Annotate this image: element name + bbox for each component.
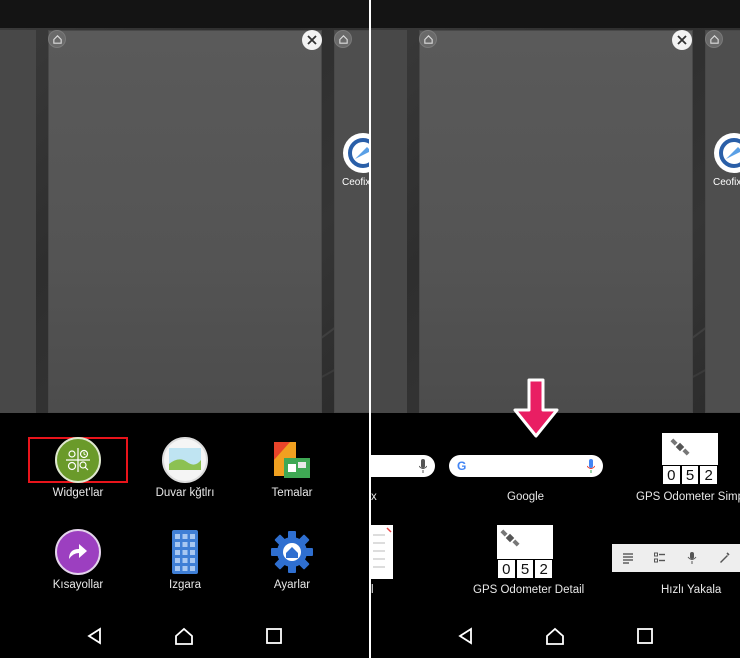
odometer-digit: 2 — [534, 559, 554, 579]
gps-odometer-simple-label: GPS Odometer Simple — [636, 491, 740, 503]
themes-icon — [269, 437, 315, 483]
google-widget-label: Google — [507, 491, 545, 503]
home-panel-right-edge[interactable] — [705, 30, 740, 413]
odometer-digit: 5 — [680, 465, 700, 485]
back-icon[interactable] — [85, 626, 105, 646]
settings-gear-icon — [269, 529, 315, 575]
left-screen: Ceofix. Widget'lar — [0, 0, 369, 658]
home-panel-left-edge[interactable] — [0, 30, 36, 413]
shortcuts-label: Kısayollar — [52, 579, 104, 591]
mic-icon — [587, 459, 595, 473]
right-screen: Ceofix. x G Google 0 5 2 — [371, 0, 740, 658]
widgets-drawer: x G Google 0 5 2 GPS Odometer Simple — [371, 378, 740, 658]
navigation-bar — [371, 614, 740, 658]
google-search-widget[interactable]: G — [449, 455, 603, 477]
close-icon — [307, 35, 317, 45]
wallpapers-label: Duvar kğtlrı — [155, 487, 215, 499]
partial-list-widget[interactable] — [371, 525, 393, 579]
panel-home-icon-right[interactable] — [705, 30, 723, 48]
panel-close-button[interactable] — [672, 30, 692, 50]
ceofix-app-label: Ceofix. — [713, 177, 740, 188]
ceofix-app-icon[interactable] — [343, 133, 369, 173]
widgets-icon — [55, 437, 101, 483]
settings-tile[interactable]: Ayarlar — [237, 529, 347, 591]
status-bar — [0, 0, 369, 28]
themes-label: Temalar — [271, 487, 313, 499]
odometer-digits: 0 5 2 — [497, 559, 554, 579]
home-icon[interactable] — [545, 626, 565, 646]
navigation-bar — [0, 614, 369, 658]
grid-label: Izgara — [169, 579, 201, 591]
recents-icon[interactable] — [264, 626, 284, 646]
grid-tile[interactable]: Izgara — [130, 529, 240, 591]
satellite-icon — [670, 438, 690, 456]
mic-icon — [687, 552, 697, 564]
settings-label: Ayarlar — [273, 579, 311, 591]
mic-icon — [419, 459, 427, 473]
recents-icon[interactable] — [635, 626, 655, 646]
wallpapers-tile[interactable]: Duvar kğtlrı — [130, 437, 240, 499]
odometer-digits: 0 5 2 — [662, 465, 719, 485]
partial-widget-label: x — [371, 491, 377, 503]
home-panel-main[interactable] — [48, 30, 322, 413]
odometer-digit: 0 — [497, 559, 516, 579]
ceofix-app-icon[interactable] — [714, 133, 740, 173]
home-panel-right-edge[interactable] — [334, 30, 369, 413]
widgets-tile[interactable]: Widget'lar — [23, 437, 133, 499]
pen-icon — [720, 552, 730, 563]
list-preview-icon — [373, 527, 392, 568]
odometer-digit: 5 — [515, 559, 535, 579]
partial-search-widget[interactable] — [371, 455, 435, 477]
ceofix-app-label: Ceofix. — [342, 177, 369, 188]
down-arrow-icon — [513, 378, 559, 438]
shortcut-arrow-icon — [55, 529, 101, 575]
odometer-digit: 0 — [662, 465, 681, 485]
partial-widget-label-2: l — [371, 584, 374, 596]
ceofix-logo-icon — [348, 138, 369, 168]
themes-tile[interactable]: Temalar — [237, 437, 347, 499]
ceofix-logo-icon — [719, 138, 740, 168]
gps-odometer-detail-label: GPS Odometer Detail — [473, 584, 585, 596]
widgets-label: Widget'lar — [52, 487, 104, 499]
text-note-icon — [623, 553, 633, 564]
customize-drawer: Widget'lar Duvar kğtlrı Temalar Kısayoll… — [0, 413, 369, 658]
panel-close-button[interactable] — [302, 30, 322, 50]
wallpaper-icon — [162, 437, 208, 483]
close-icon — [677, 35, 687, 45]
gps-odometer-detail-widget[interactable]: 0 5 2 — [497, 525, 554, 579]
status-bar — [371, 0, 740, 28]
panel-home-icon-right[interactable] — [334, 30, 352, 48]
odometer-digit: 2 — [699, 465, 719, 485]
home-icon[interactable] — [174, 626, 194, 646]
panel-home-icon[interactable] — [48, 30, 66, 48]
gps-odometer-simple-widget[interactable]: 0 5 2 — [662, 433, 719, 485]
shortcuts-tile[interactable]: Kısayollar — [23, 529, 133, 591]
grid-icon — [162, 529, 208, 575]
hizli-yakala-label: Hızlı Yakala — [661, 584, 722, 596]
satellite-icon — [500, 529, 520, 547]
back-icon[interactable] — [456, 626, 476, 646]
checklist-icon — [654, 552, 665, 563]
hizli-yakala-widget[interactable] — [612, 544, 740, 572]
panel-home-icon[interactable] — [419, 30, 437, 48]
google-g-icon: G — [457, 459, 467, 473]
home-panel-main[interactable] — [419, 30, 693, 413]
home-panel-left-edge[interactable] — [371, 30, 407, 413]
